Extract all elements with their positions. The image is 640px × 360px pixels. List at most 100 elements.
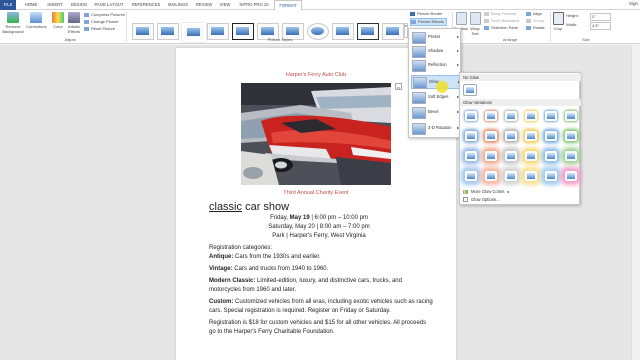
change-picture-button[interactable]: Change Picture — [84, 19, 119, 25]
bring-forward-button[interactable]: Bring Forward — [484, 11, 516, 17]
picture-style-thumb[interactable] — [132, 23, 154, 40]
picture-style-thumb[interactable] — [207, 23, 229, 40]
category-antique: Antique: Cars from the 1930s and earlier… — [209, 254, 321, 260]
glow-variation[interactable] — [545, 131, 557, 141]
glow-preview — [547, 133, 555, 139]
glow-preview — [547, 113, 555, 119]
glow-variation[interactable] — [485, 151, 497, 161]
glow-variation[interactable] — [505, 131, 517, 141]
layout-options-icon[interactable]: ▭ — [395, 83, 402, 90]
send-backward-button[interactable]: Send Backward — [484, 18, 519, 24]
event-date-friday: Friday, May 19 | 6:00 pm – 10:00 pm — [270, 215, 368, 221]
reset-icon — [84, 26, 89, 31]
align-button[interactable]: Align — [526, 11, 542, 17]
glow-preview — [507, 173, 515, 179]
glow-variation[interactable] — [505, 151, 517, 161]
tab-view[interactable]: VIEW — [216, 0, 234, 10]
effects-menu-item-soft-edges[interactable]: Soft Edges ▸ — [411, 91, 460, 104]
glow-variation[interactable] — [525, 131, 537, 141]
glow-variation[interactable] — [525, 111, 537, 121]
width-field[interactable]: 4.5" — [590, 22, 611, 30]
remove-background-icon — [7, 12, 19, 23]
tab-references[interactable]: REFERENCES — [128, 0, 164, 10]
compress-pictures-button[interactable]: Compress Pictures — [84, 12, 125, 18]
tab-design[interactable]: DESIGN — [68, 0, 90, 10]
picture-style-thumb[interactable] — [357, 23, 379, 40]
glow-variation[interactable] — [485, 111, 497, 121]
glow-variation[interactable] — [525, 151, 537, 161]
glow-variation[interactable] — [465, 151, 477, 161]
car-photo-image — [241, 83, 391, 185]
glow-variation[interactable] — [545, 111, 557, 121]
remove-background-button[interactable]: Remove Background — [2, 12, 24, 34]
glow-variation[interactable] — [465, 111, 477, 121]
tab-page-layout[interactable]: PAGE LAYOUT — [92, 0, 126, 10]
group-button[interactable]: Group — [526, 18, 544, 24]
align-icon — [526, 11, 531, 16]
picture-effects-menu: Preset▸ Shadow▸ Reflection▸ Glow▸ Soft E… — [408, 28, 462, 138]
tab-nitro-pro[interactable]: NITRO PRO 10 — [236, 0, 272, 10]
glow-preview — [567, 153, 575, 159]
glow-preview — [527, 173, 535, 179]
rotate-button[interactable]: Rotate — [526, 25, 545, 31]
crop-button[interactable]: Crop — [552, 12, 564, 31]
effects-menu-item-shadow[interactable]: Shadow ▸ — [411, 45, 460, 58]
bring-forward-icon — [484, 11, 489, 16]
effects-menu-item-preset[interactable]: Preset ▸ — [411, 31, 460, 44]
height-label: Height: — [566, 13, 579, 18]
picture-style-thumb[interactable] — [332, 23, 354, 40]
picture-style-thumb[interactable] — [382, 23, 404, 40]
effects-menu-item-bevel[interactable]: Bevel ▸ — [411, 106, 460, 119]
glow-preview — [567, 173, 575, 179]
glow-icon — [413, 77, 427, 89]
glow-variation[interactable] — [565, 171, 577, 181]
tab-insert[interactable]: INSERT — [44, 0, 66, 10]
doc-header: Harper's Ferry Auto Club — [285, 72, 347, 78]
artistic-effects-button[interactable]: Artistic Effects — [66, 12, 82, 34]
glow-variation[interactable] — [505, 111, 517, 121]
picture-effects-button[interactable]: Picture Effects — [410, 18, 447, 26]
tab-file[interactable]: FILE — [0, 0, 16, 10]
glow-variation[interactable] — [565, 151, 577, 161]
glow-preview — [467, 173, 475, 179]
glow-variation[interactable] — [545, 151, 557, 161]
glow-variation[interactable] — [565, 131, 577, 141]
vertical-scrollbar[interactable] — [631, 45, 640, 360]
no-glow-option[interactable] — [463, 84, 477, 96]
picture-style-thumb[interactable] — [182, 23, 206, 42]
selection-pane-icon — [484, 25, 489, 30]
glow-variation[interactable] — [565, 111, 577, 121]
picture-border-icon — [410, 11, 415, 16]
height-field[interactable]: 2" — [590, 13, 611, 21]
reset-picture-button[interactable]: Reset Picture — [84, 26, 115, 32]
color-button[interactable]: Color — [50, 12, 66, 29]
glow-preview — [547, 153, 555, 159]
tab-review[interactable]: REVIEW — [192, 0, 216, 10]
glow-variation[interactable] — [545, 171, 557, 181]
tab-home[interactable]: HOME — [20, 0, 42, 10]
photo-caption: Third Annual Charity Event — [283, 190, 349, 196]
picture-style-preview — [211, 27, 224, 35]
selection-pane-button[interactable]: Selection Pane — [484, 25, 518, 31]
glow-variation[interactable] — [485, 131, 497, 141]
glow-variation[interactable] — [465, 131, 477, 141]
width-label: Width: — [566, 22, 578, 27]
more-glow-colors-option[interactable]: More Glow Colors ▸ — [463, 189, 510, 194]
glow-variation[interactable] — [525, 171, 537, 181]
effects-menu-item-3d-rotation[interactable]: 3-D Rotation ▸ — [411, 122, 460, 135]
event-location: Park | Harper's Ferry, West Virginia — [272, 233, 366, 239]
sign-in-link[interactable]: Sign — [629, 1, 638, 6]
glow-variation[interactable] — [465, 171, 477, 181]
effects-menu-item-reflection[interactable]: Reflection ▸ — [411, 59, 460, 72]
picture-border-button[interactable]: Picture Border — [410, 11, 443, 17]
picture-style-thumb[interactable] — [157, 23, 179, 40]
glow-variation[interactable] — [505, 171, 517, 181]
tab-mailings[interactable]: MAILINGS — [164, 0, 192, 10]
wrap-text-button[interactable]: Wrap Text — [468, 12, 482, 36]
glow-variation[interactable] — [485, 171, 497, 181]
shadow-icon — [412, 46, 426, 58]
corrections-button[interactable]: Corrections — [26, 12, 46, 29]
glow-options-option[interactable]: Glow Options... — [463, 197, 500, 203]
picture-style-preview — [336, 27, 349, 35]
car-photo[interactable] — [241, 83, 391, 185]
